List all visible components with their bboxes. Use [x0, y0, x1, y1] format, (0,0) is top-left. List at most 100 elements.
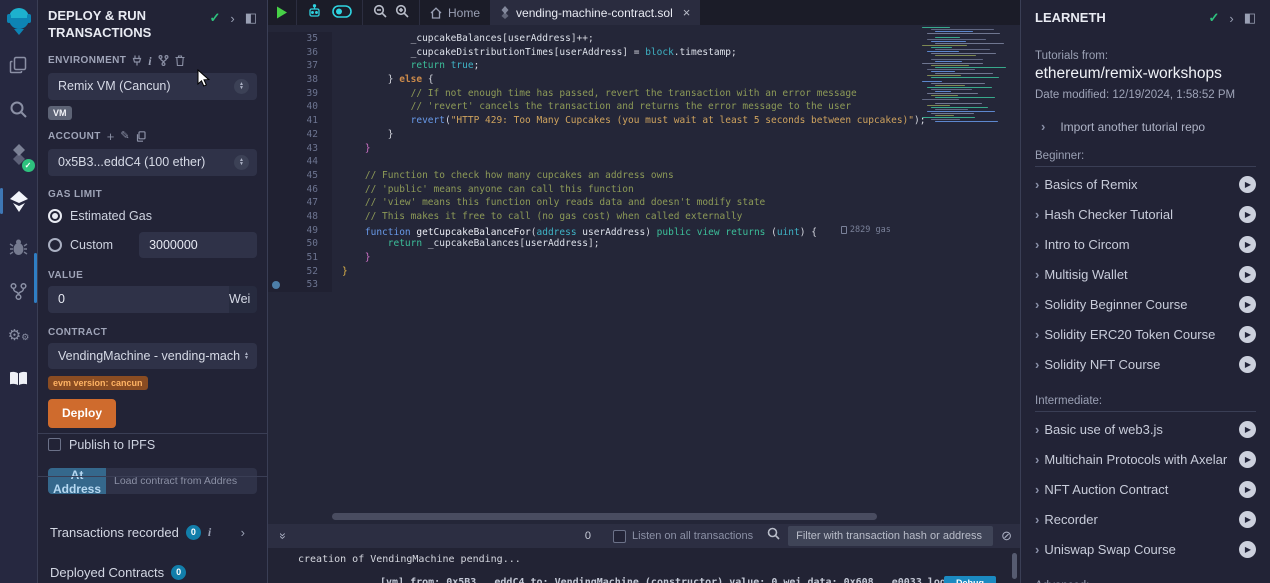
git-icon[interactable] [0, 274, 38, 308]
line-gutter[interactable]: 40 [268, 100, 332, 114]
solidity-compiler-icon[interactable]: ✓ [0, 136, 38, 174]
value-input[interactable] [48, 286, 229, 313]
fork-icon[interactable] [158, 55, 169, 66]
copy-icon[interactable] [136, 131, 146, 142]
line-gutter[interactable]: 51 [268, 251, 332, 265]
trash-icon[interactable] [175, 55, 185, 66]
tutorial-item[interactable]: ›Solidity Beginner Course▶ [1035, 289, 1256, 319]
plugin-manager-icon[interactable]: ⚙⚙ [0, 318, 38, 352]
at-address-button[interactable]: At Address [48, 468, 106, 494]
breakpoint-margin[interactable] [268, 128, 284, 142]
breakpoint-margin[interactable] [268, 183, 284, 197]
breakpoint-margin[interactable] [268, 210, 284, 224]
breakpoint-margin[interactable] [268, 251, 284, 265]
tutorial-item[interactable]: ›Uniswap Swap Course▶ [1035, 534, 1256, 564]
tutorial-item[interactable]: ›Intro to Circom▶ [1035, 229, 1256, 259]
line-gutter[interactable]: 38 [268, 73, 332, 87]
line-gutter[interactable]: 50 [268, 237, 332, 251]
breakpoint-margin[interactable] [268, 142, 284, 156]
play-tutorial-button[interactable]: ▶ [1239, 296, 1256, 313]
at-address-input[interactable] [106, 468, 257, 494]
play-tutorial-button[interactable]: ▶ [1239, 511, 1256, 528]
chevron-right-icon[interactable]: › [241, 525, 245, 540]
chevron-right-icon[interactable]: › [230, 11, 234, 26]
tutorial-item[interactable]: ›Multisig Wallet▶ [1035, 259, 1256, 289]
tutorial-item[interactable]: ›Basics of Remix▶ [1035, 169, 1256, 199]
line-gutter[interactable]: 46 [268, 183, 332, 197]
copilot-toggle[interactable] [332, 5, 352, 21]
breakpoint-margin[interactable] [268, 155, 284, 169]
import-tutorial-repo[interactable]: › Import another tutorial repo [1035, 119, 1256, 134]
breakpoint-margin[interactable] [268, 196, 284, 210]
listen-all-checkbox[interactable] [613, 530, 626, 543]
play-tutorial-button[interactable]: ▶ [1239, 236, 1256, 253]
line-gutter[interactable]: 36 [268, 46, 332, 60]
estimated-gas-radio[interactable] [48, 209, 62, 223]
learneth-icon[interactable] [0, 362, 38, 396]
terminal-scrollbar[interactable] [1012, 553, 1017, 579]
value-unit-select[interactable]: Wei ▲▼ [229, 286, 257, 313]
play-tutorial-button[interactable]: ▶ [1239, 326, 1256, 343]
expand-terminal-icon[interactable]: » [276, 529, 290, 543]
line-gutter[interactable]: 39 [268, 87, 332, 101]
line-gutter[interactable]: 42 [268, 128, 332, 142]
tutorial-item[interactable]: ›Recorder▶ [1035, 504, 1256, 534]
info-icon[interactable]: i [208, 525, 211, 540]
line-gutter[interactable]: 35 [268, 32, 332, 46]
play-tutorial-button[interactable]: ▶ [1239, 481, 1256, 498]
line-gutter[interactable]: 45 [268, 169, 332, 183]
deploy-button[interactable]: Deploy [48, 399, 116, 428]
breakpoint-margin[interactable] [268, 278, 284, 292]
debugger-icon[interactable] [0, 230, 38, 264]
info-icon[interactable]: i [148, 55, 151, 67]
code-editor[interactable]: 35 _cupcakeBalances[userAddress]++;36 _c… [268, 25, 1020, 524]
minimap[interactable] [920, 27, 1012, 133]
breakpoint-margin[interactable] [268, 224, 284, 238]
breakpoint-margin[interactable] [268, 169, 284, 183]
transactions-recorded-row[interactable]: Transactions recorded 0 i › [48, 512, 257, 552]
tab-home[interactable]: Home [420, 0, 490, 25]
play-tutorial-button[interactable]: ▶ [1239, 206, 1256, 223]
play-tutorial-button[interactable]: ▶ [1239, 356, 1256, 373]
close-tab-icon[interactable]: × [683, 5, 691, 20]
play-tutorial-button[interactable]: ▶ [1239, 176, 1256, 193]
line-gutter[interactable]: 52 [268, 265, 332, 279]
clear-terminal-icon[interactable]: ⊘ [1001, 528, 1012, 544]
terminal-search-icon[interactable] [767, 527, 780, 545]
tutorial-item[interactable]: ›NFT Auction Contract▶ [1035, 474, 1256, 504]
chevron-right-icon[interactable]: › [1229, 11, 1233, 26]
edit-icon[interactable]: ✎ [120, 131, 129, 142]
environment-select[interactable]: Remix VM (Cancun) ▲▼ [48, 73, 257, 100]
zoom-out-icon[interactable] [373, 4, 387, 21]
line-gutter[interactable]: 53 [268, 278, 332, 292]
tutorial-item[interactable]: ›Solidity NFT Course▶ [1035, 349, 1256, 379]
run-script-button[interactable] [268, 0, 297, 25]
line-gutter[interactable]: 44 [268, 155, 332, 169]
play-tutorial-button[interactable]: ▶ [1239, 266, 1256, 283]
line-gutter[interactable]: 37 [268, 59, 332, 73]
breakpoint-icon[interactable] [272, 281, 280, 289]
custom-gas-radio[interactable] [48, 238, 62, 252]
terminal-filter-input[interactable] [788, 526, 993, 546]
line-gutter[interactable]: 47 [268, 196, 332, 210]
deploy-and-run-icon[interactable] [0, 184, 38, 220]
plug-icon[interactable] [132, 55, 142, 66]
line-gutter[interactable]: 41 [268, 114, 332, 128]
play-tutorial-button[interactable]: ▶ [1239, 451, 1256, 468]
panel-layout-icon[interactable]: ◧ [245, 10, 257, 26]
line-gutter[interactable]: 48 [268, 210, 332, 224]
breakpoint-margin[interactable] [268, 59, 284, 73]
breakpoint-margin[interactable] [268, 87, 284, 101]
play-tutorial-button[interactable]: ▶ [1239, 421, 1256, 438]
search-icon[interactable] [0, 92, 38, 126]
breakpoint-margin[interactable] [268, 100, 284, 114]
breakpoint-margin[interactable] [268, 237, 284, 251]
tutorial-item[interactable]: ›Basic use of web3.js▶ [1035, 414, 1256, 444]
breakpoint-margin[interactable] [268, 73, 284, 87]
debug-button[interactable]: Debug [944, 576, 996, 583]
remix-logo-icon[interactable] [0, 4, 38, 38]
breakpoint-margin[interactable] [268, 46, 284, 60]
tutorial-item[interactable]: ›Hash Checker Tutorial▶ [1035, 199, 1256, 229]
tab-vending-machine-contract[interactable]: vending-machine-contract.sol × [490, 0, 700, 25]
account-select[interactable]: 0x5B3...eddC4 (100 ether) ▲▼ [48, 149, 257, 176]
